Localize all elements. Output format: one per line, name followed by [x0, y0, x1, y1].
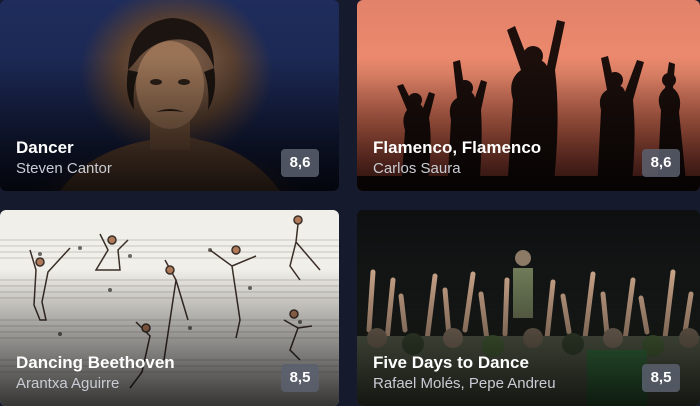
movie-title: Dancer — [16, 138, 74, 157]
movie-director: Carlos Saura — [373, 160, 461, 177]
movie-title: Flamenco, Flamenco — [373, 138, 542, 157]
movie-director: Arantxa Aguirre — [16, 375, 120, 392]
rating-badge: 8,6 — [281, 149, 319, 177]
movie-card[interactable]: Dancing Beethoven Arantxa Aguirre 8,5 — [0, 210, 339, 406]
movie-info: Five Days to Dance Rafael Molés, Pepe An… — [373, 352, 620, 394]
movie-title: Five Days to Dance — [373, 353, 529, 372]
movie-info: Flamenco, Flamenco Carlos Saura — [373, 137, 620, 179]
rating-badge: 8,6 — [642, 149, 680, 177]
movie-card[interactable]: Five Days to Dance Rafael Molés, Pepe An… — [357, 210, 700, 406]
movie-card[interactable]: Flamenco, Flamenco Carlos Saura 8,6 — [357, 0, 700, 191]
movie-director: Rafael Molés, Pepe Andreu — [373, 375, 556, 392]
movie-grid: Dancer Steven Cantor 8,6 Flamenco, Flame… — [0, 0, 700, 406]
rating-badge: 8,5 — [642, 364, 680, 392]
movie-info: Dancing Beethoven Arantxa Aguirre — [16, 352, 259, 394]
movie-director: Steven Cantor — [16, 160, 112, 177]
movie-title: Dancing Beethoven — [16, 353, 175, 372]
rating-badge: 8,5 — [281, 364, 319, 392]
movie-info: Dancer Steven Cantor — [16, 137, 259, 179]
movie-card[interactable]: Dancer Steven Cantor 8,6 — [0, 0, 339, 191]
